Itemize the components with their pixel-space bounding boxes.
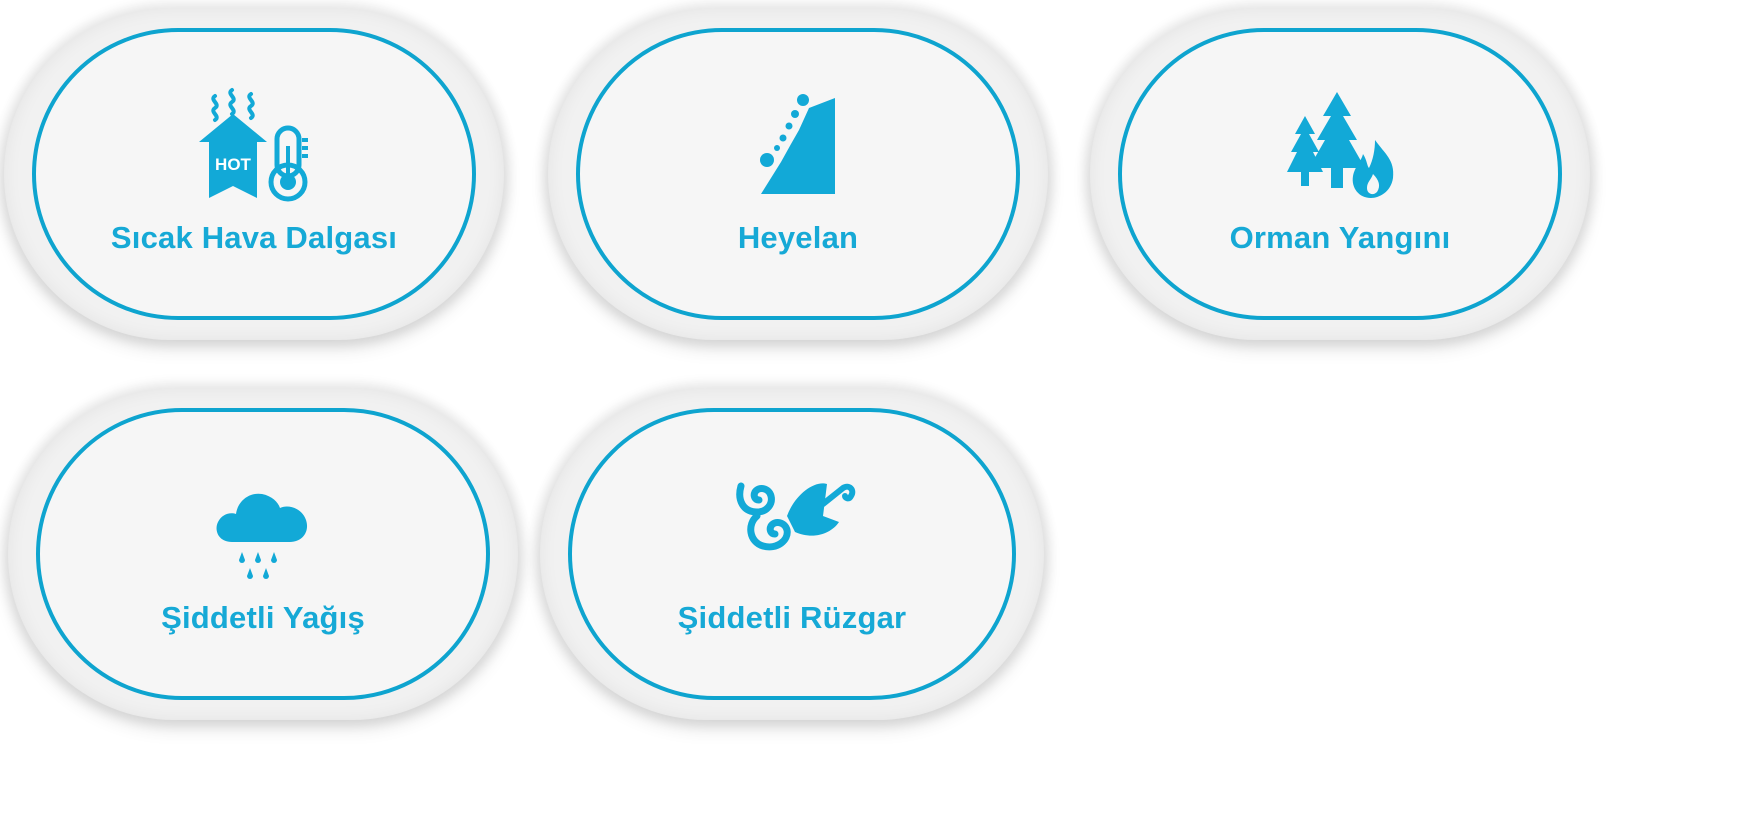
card-landslide: Heyelan (548, 8, 1048, 340)
strong-wind-button[interactable]: Şiddetli Rüzgar (568, 408, 1016, 700)
heavy-rain-button[interactable]: Şiddetli Yağış (36, 408, 490, 700)
heavy-rain-icon (198, 466, 328, 586)
card-forest-fire: Orman Yangını (1090, 8, 1590, 340)
landslide-icon (733, 86, 863, 206)
heatwave-button[interactable]: HOT Sıcak Hava Dalgası (32, 28, 476, 320)
card-label: Sıcak Hava Dalgası (110, 220, 398, 255)
card-label: Orman Yangını (1229, 220, 1451, 255)
hot-label: HOT (215, 155, 252, 174)
forest-fire-icon (1275, 86, 1405, 206)
card-heavy-rain: Şiddetli Yağış (8, 388, 518, 720)
strong-wind-icon (727, 466, 857, 586)
heatwave-icon: HOT (189, 86, 319, 206)
landslide-button[interactable]: Heyelan (576, 28, 1020, 320)
card-label: Şiddetli Rüzgar (677, 600, 907, 635)
card-strong-wind: Şiddetli Rüzgar (540, 388, 1044, 720)
forest-fire-button[interactable]: Orman Yangını (1118, 28, 1562, 320)
card-heatwave: HOT Sıcak Hava Dalgası (4, 8, 504, 340)
card-label: Şiddetli Yağış (161, 600, 365, 635)
card-label: Heyelan (737, 220, 859, 255)
